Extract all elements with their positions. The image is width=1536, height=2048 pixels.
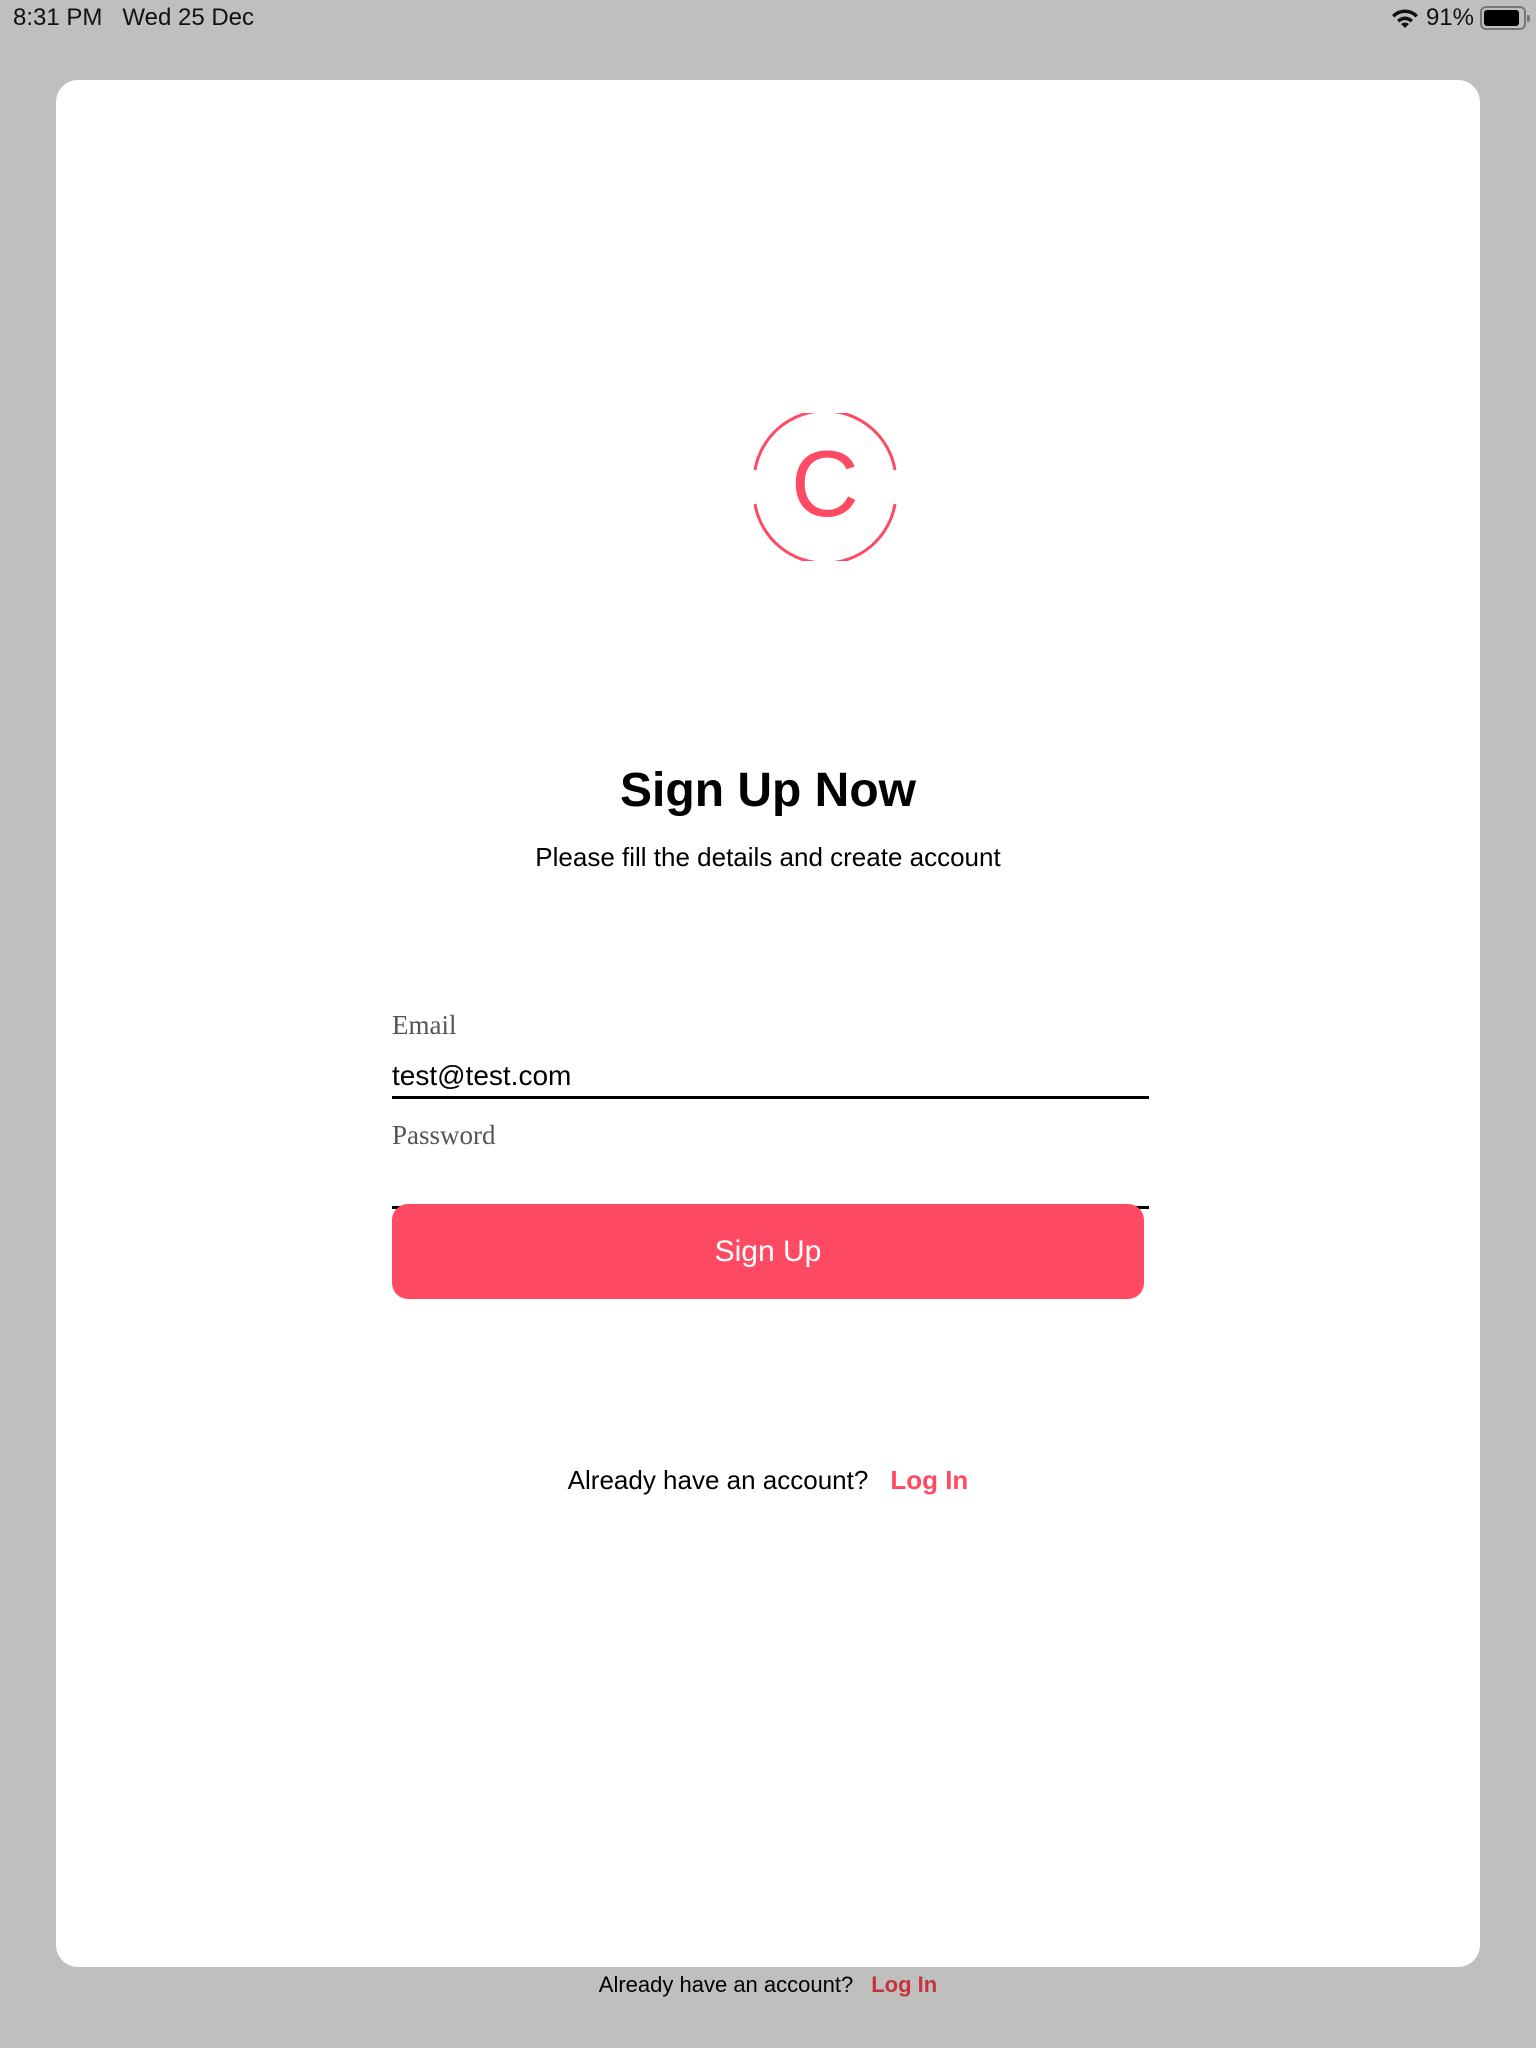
status-time: 8:31 PM (13, 4, 103, 31)
logo: C (753, 413, 897, 561)
login-prompt-text: Already have an account? (567, 1465, 869, 1495)
status-bar-left: 8:31 PM Wed 25 Dec (13, 4, 274, 32)
email-field[interactable] (392, 1055, 1149, 1099)
status-bar-right: 91% (1390, 4, 1530, 32)
wifi-icon (1391, 9, 1418, 28)
status-date: Wed 25 Dec (122, 4, 255, 31)
sign-up-button[interactable]: Sign Up (392, 1204, 1144, 1299)
battery-icon (1480, 6, 1530, 30)
bottom-login-link[interactable]: Log In (871, 1972, 937, 1997)
page-title: Sign Up Now (620, 764, 916, 817)
login-link[interactable]: Log In (890, 1465, 968, 1495)
page-subtitle: Please fill the details and create accou… (535, 842, 1001, 872)
password-field[interactable] (392, 1165, 1149, 1209)
logo-letter: C (791, 431, 859, 536)
bottom-login-prompt: Already have an account? Log In (0, 1972, 1536, 1998)
login-prompt: Already have an account? Log In (56, 1465, 1480, 1496)
password-label: Password (392, 1120, 496, 1150)
bottom-prompt-text: Already have an account? (598, 1972, 854, 1997)
signup-card: C Sign Up Now Please fill the details an… (56, 80, 1480, 1967)
email-label: Email (392, 1010, 457, 1040)
battery-percent: 91% (1425, 4, 1474, 31)
